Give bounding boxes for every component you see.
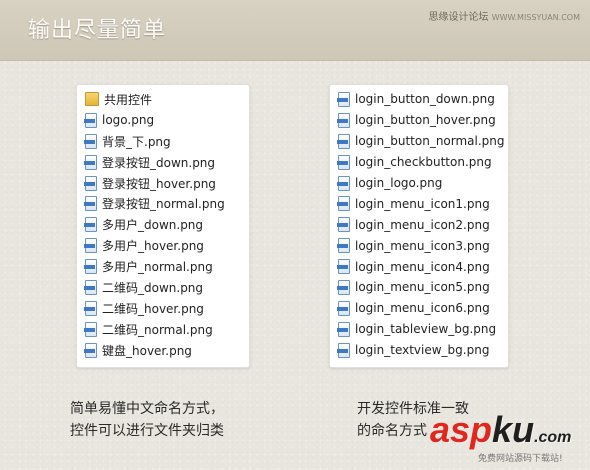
png-file-icon	[84, 175, 97, 191]
logo-asp: asp	[430, 409, 493, 450]
file-name: 二维码_normal.png	[102, 322, 213, 337]
file-list-item[interactable]: login_menu_icon6.png	[337, 298, 508, 319]
caption-left-line1: 简单易懂中文命名方式，	[70, 401, 224, 417]
file-name: login_button_down.png	[355, 92, 495, 107]
file-name: 多用户_normal.png	[102, 260, 213, 275]
file-name: 登录按钮_down.png	[102, 155, 216, 170]
file-name: login_checkbutton.png	[355, 155, 492, 170]
file-list-item[interactable]: 二维码_normal.png	[84, 319, 249, 340]
file-list-item[interactable]: 多用户_normal.png	[84, 256, 249, 277]
file-list-item[interactable]: 登录按钮_down.png	[84, 152, 249, 173]
watermark-site: WWW.MISSYUAN.COM	[491, 13, 580, 22]
caption-left: 简单易懂中文命名方式， 控件可以进行文件夹归类	[70, 398, 224, 442]
file-name: login_menu_icon5.png	[355, 280, 490, 295]
png-file-icon	[84, 238, 97, 254]
png-file-icon	[337, 279, 350, 295]
file-list-item[interactable]: 登录按钮_normal.png	[84, 193, 249, 214]
file-list-item[interactable]: login_logo.png	[337, 173, 508, 194]
logo-tagline: 免费网站源码下载站!	[478, 454, 563, 464]
watermark-cn: 思缘设计论坛	[428, 12, 489, 23]
file-name: 登录按钮_hover.png	[102, 176, 216, 191]
file-name: 登录按钮_normal.png	[102, 197, 225, 212]
file-list-item[interactable]: 登录按钮_hover.png	[84, 173, 249, 194]
file-name: login_textview_bg.png	[355, 343, 490, 358]
file-name: 共用控件	[104, 92, 153, 107]
aspku-logo: aspku.com	[430, 412, 571, 456]
file-name: 二维码_down.png	[102, 280, 204, 295]
english-file-list: login_button_down.png login_button_hover.…	[330, 85, 508, 361]
png-file-icon	[84, 196, 97, 212]
file-list-item[interactable]: logo.png	[84, 110, 249, 131]
file-list-item[interactable]: 背景_下.png	[84, 131, 249, 152]
file-list-item[interactable]: login_button_hover.png	[337, 110, 508, 131]
png-file-icon	[337, 133, 350, 149]
file-list-item[interactable]: login_menu_icon2.png	[337, 214, 508, 235]
png-file-icon	[84, 217, 97, 233]
png-file-icon	[84, 300, 97, 316]
png-file-icon	[84, 342, 97, 358]
file-list-item[interactable]: login_button_down.png	[337, 89, 508, 110]
page-title: 输出尽量简单	[28, 18, 167, 43]
file-name: login_menu_icon1.png	[355, 196, 490, 211]
file-name: logo.png	[102, 113, 155, 128]
png-file-icon	[84, 321, 97, 337]
file-list-item[interactable]: 二维码_down.png	[84, 277, 249, 298]
logo-ku: ku	[492, 409, 535, 450]
file-name: login_logo.png	[355, 176, 443, 190]
caption-left-line2: 控件可以进行文件夹归类	[70, 423, 224, 439]
chinese-file-list-panel: 共用控件 logo.png 背景_下.png 登录按钮_down.png 登录按钮_ho…	[76, 84, 250, 368]
png-file-icon	[337, 112, 350, 128]
file-name: login_menu_icon4.png	[355, 259, 490, 274]
file-list-item[interactable]: login_menu_icon4.png	[337, 256, 508, 277]
file-name: 键盘_hover.png	[102, 343, 192, 358]
file-list-item[interactable]: login_textview_bg.png	[337, 340, 508, 361]
png-file-icon	[84, 279, 97, 295]
file-name: login_tableview_bg.png	[355, 322, 497, 337]
png-file-icon	[337, 259, 350, 275]
file-list-item[interactable]: login_button_normal.png	[337, 131, 508, 152]
png-file-icon	[337, 154, 350, 170]
png-file-icon	[84, 133, 97, 149]
file-list-item[interactable]: login_menu_icon3.png	[337, 235, 508, 256]
file-name: 多用户_hover.png	[102, 239, 204, 254]
png-file-icon	[84, 259, 97, 275]
png-file-icon	[337, 321, 350, 337]
logo-dotcom: .com	[534, 429, 572, 446]
png-file-icon	[337, 217, 350, 233]
png-file-icon	[337, 300, 350, 316]
file-name: 二维码_hover.png	[102, 301, 204, 316]
png-file-icon	[337, 196, 350, 212]
file-list-item[interactable]: 共用控件	[85, 89, 249, 110]
png-file-icon	[337, 91, 350, 107]
file-name: login_menu_icon6.png	[355, 301, 490, 316]
folder-icon	[85, 92, 99, 107]
header-band: 输出尽量简单 思缘设计论坛 WWW.MISSYUAN.COM	[0, 0, 590, 61]
english-file-list-panel: login_button_down.png login_button_hover.…	[329, 84, 509, 368]
png-file-icon	[337, 238, 350, 254]
file-list-item[interactable]: login_checkbutton.png	[337, 152, 508, 173]
file-list-item[interactable]: 多用户_hover.png	[84, 235, 249, 256]
file-list-item[interactable]: login_menu_icon5.png	[337, 277, 508, 298]
file-name: 背景_下.png	[102, 134, 171, 149]
file-name: login_menu_icon2.png	[355, 217, 490, 232]
png-file-icon	[84, 154, 97, 170]
file-list-item[interactable]: login_menu_icon1.png	[337, 193, 508, 214]
file-list-item[interactable]: 二维码_hover.png	[84, 298, 249, 319]
chinese-file-list: 共用控件 logo.png 背景_下.png 登录按钮_down.png 登录按钮_ho…	[77, 85, 249, 361]
file-name: login_button_hover.png	[355, 113, 496, 128]
file-name: login_menu_icon3.png	[355, 238, 490, 253]
png-file-icon	[337, 342, 350, 358]
file-name: 多用户_down.png	[102, 218, 204, 233]
watermark-top: 思缘设计论坛 WWW.MISSYUAN.COM	[429, 8, 581, 23]
file-name: login_button_normal.png	[355, 134, 505, 149]
file-list-item[interactable]: 多用户_down.png	[84, 214, 249, 235]
png-file-icon	[84, 112, 97, 128]
file-list-item[interactable]: login_tableview_bg.png	[337, 319, 508, 340]
file-list-item[interactable]: 键盘_hover.png	[84, 340, 249, 361]
png-file-icon	[337, 175, 350, 191]
